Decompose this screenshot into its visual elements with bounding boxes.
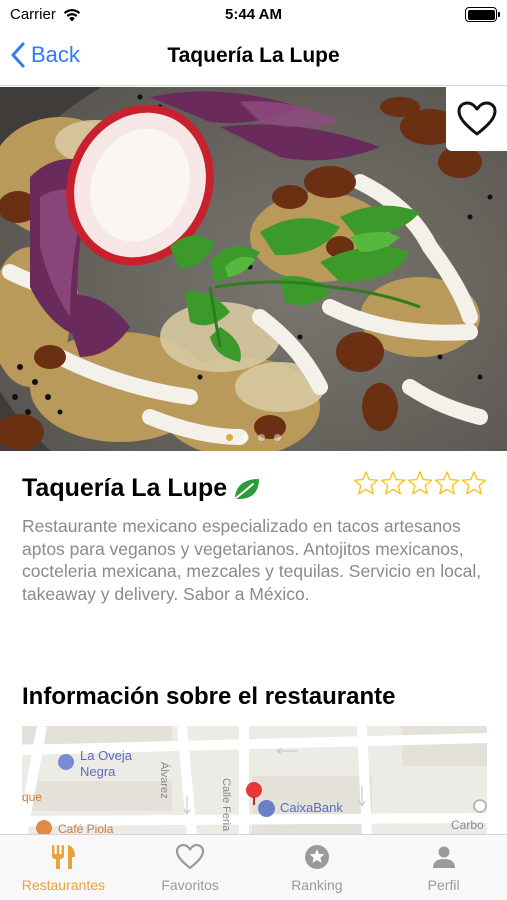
tab-restaurantes[interactable]: Restaurantes [0, 835, 127, 900]
restaurant-name: Taquería La Lupe [22, 474, 228, 502]
carousel-dot[interactable] [258, 434, 265, 441]
star-icon[interactable] [461, 470, 487, 496]
map-label-alvarez: Álvarez [158, 762, 170, 799]
tab-ranking[interactable]: Ranking [254, 835, 381, 900]
tab-label: Ranking [291, 877, 343, 893]
tab-perfil[interactable]: Perfil [380, 835, 507, 900]
favorite-button[interactable] [446, 87, 507, 151]
heart-icon [457, 101, 496, 136]
food-photo [0, 87, 507, 451]
rating-stars[interactable] [353, 470, 487, 496]
map-label-feria: Calle Feria [220, 778, 232, 832]
restaurant-description: Restaurante mexicano especializado en ta… [22, 516, 482, 604]
fork-knife-icon [52, 845, 76, 869]
restaurant-map[interactable]: La Oveja Negra Álvarez Calle Feria Caixa… [22, 726, 487, 836]
star-icon[interactable] [353, 470, 379, 496]
map-streets [22, 726, 487, 836]
pin-stem [253, 797, 255, 805]
star-icon[interactable] [407, 470, 433, 496]
person-icon [432, 846, 455, 868]
restaurant-name-row: Taquería La Lupe [22, 474, 261, 503]
vegan-leaf-icon [235, 478, 260, 499]
tab-favoritos[interactable]: Favoritos [127, 835, 254, 900]
poi-icon [58, 754, 74, 770]
star-icon[interactable] [380, 470, 406, 496]
map-label-carbo: Carbo [451, 818, 484, 832]
tab-label: Restaurantes [21, 877, 106, 893]
carousel-dot[interactable] [226, 434, 233, 441]
carousel-page-indicator [0, 434, 507, 441]
battery-icon [465, 7, 500, 22]
tab-label: Perfil [427, 877, 460, 893]
bank-icon [258, 800, 275, 817]
navigation-bar: Back Taquería La Lupe [0, 30, 507, 86]
status-bar: Carrier 5:44 AM [0, 0, 507, 30]
star-icon[interactable] [434, 470, 460, 496]
carousel-dot[interactable] [242, 434, 249, 441]
info-section-title: Información sobre el restaurante [22, 683, 396, 710]
page-title: Taquería La Lupe [167, 44, 340, 67]
tab-label: Favoritos [161, 877, 219, 893]
status-time: 5:44 AM [225, 6, 282, 23]
heart-icon [176, 843, 205, 870]
map-label-caixa: CaixaBank [280, 800, 343, 815]
map-label-que: que [22, 790, 43, 804]
location-pin-icon[interactable] [246, 782, 262, 798]
star-badge-icon [304, 845, 329, 869]
map-label-oveja: La Oveja [80, 748, 133, 763]
map-label-negra: Negra [80, 764, 116, 779]
tab-bar: Restaurantes Favoritos Ranking Perfil [0, 834, 507, 900]
restaurant-photo-carousel[interactable] [0, 87, 507, 451]
carousel-dot[interactable] [274, 434, 281, 441]
